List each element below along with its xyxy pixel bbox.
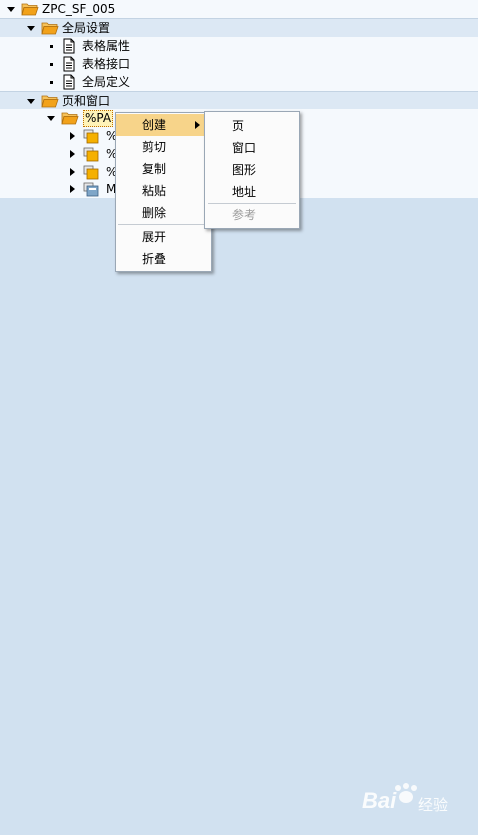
leaf-bullet [50, 81, 53, 84]
expand-icon[interactable] [67, 180, 77, 198]
folder-open-icon [21, 1, 39, 17]
menu-item-paste[interactable]: 粘贴 [116, 180, 211, 202]
leaf-bullet [50, 63, 53, 66]
collapse-icon[interactable] [26, 92, 36, 110]
tree-node-root[interactable]: ZPC_SF_005 [0, 0, 478, 18]
tree-node-label: 表格接口 [82, 57, 131, 71]
context-menu: 创建 剪切 复制 粘贴 删除 展开 折叠 [115, 112, 212, 272]
folder-open-icon [41, 93, 59, 109]
menu-item-delete[interactable]: 删除 [116, 202, 211, 224]
window-icon [82, 164, 100, 180]
tree-node-label: 页和窗口 [62, 94, 111, 108]
menu-item-cut[interactable]: 剪切 [116, 136, 211, 158]
graphic-icon [82, 181, 100, 197]
menu-item-create[interactable]: 创建 [116, 114, 211, 136]
collapse-icon[interactable] [46, 109, 56, 127]
submenu-item-address[interactable]: 地址 [205, 181, 299, 203]
submenu-item-graphic[interactable]: 图形 [205, 159, 299, 181]
tree-node-global-definitions[interactable]: 全局定义 [0, 73, 478, 91]
menu-item-label: 窗口 [232, 141, 257, 155]
submenu-item-reference: 参考 [205, 204, 299, 226]
menu-item-label: 地址 [232, 185, 257, 199]
collapse-icon[interactable] [26, 19, 36, 37]
document-icon [60, 74, 78, 90]
menu-item-collapse[interactable]: 折叠 [116, 248, 211, 270]
expand-icon[interactable] [67, 127, 77, 145]
folder-open-icon [41, 20, 59, 36]
tree-node-form-attributes[interactable]: 表格属性 [0, 37, 478, 55]
watermark-text: Bai [362, 788, 397, 813]
submenu-item-page[interactable]: 页 [205, 115, 299, 137]
tree-node-label: 全局定义 [82, 75, 131, 89]
tree-node-label: %PA [83, 110, 114, 127]
window-icon [82, 128, 100, 144]
folder-open-icon [61, 110, 79, 126]
document-icon [60, 38, 78, 54]
menu-item-label: 粘贴 [142, 184, 167, 198]
create-submenu: 页 窗口 图形 地址 参考 [204, 111, 300, 229]
menu-item-label: 折叠 [142, 252, 167, 266]
menu-item-label: 创建 [142, 118, 167, 132]
watermark: Bai 经验 [362, 782, 462, 822]
submenu-arrow-icon [195, 121, 200, 129]
window-icon [82, 146, 100, 162]
menu-item-label: 页 [232, 119, 245, 133]
expand-icon[interactable] [67, 163, 77, 181]
menu-item-label: 展开 [142, 230, 167, 244]
menu-item-label: 参考 [232, 208, 257, 222]
submenu-item-window[interactable]: 窗口 [205, 137, 299, 159]
menu-item-copy[interactable]: 复制 [116, 158, 211, 180]
tree-node-label: 全局设置 [62, 21, 111, 35]
menu-separator [118, 224, 209, 225]
menu-item-label: 剪切 [142, 140, 167, 154]
tree-node-pages-windows[interactable]: 页和窗口 [0, 91, 478, 111]
menu-item-label: 复制 [142, 162, 167, 176]
menu-item-label: 图形 [232, 163, 257, 177]
tree-node-label: 表格属性 [82, 39, 131, 53]
tree-node-form-interface[interactable]: 表格接口 [0, 55, 478, 73]
watermark-suffix: 经验 [418, 796, 449, 814]
leaf-bullet [50, 45, 53, 48]
expand-icon[interactable] [67, 145, 77, 163]
menu-item-label: 删除 [142, 206, 167, 220]
tree-node-label: ZPC_SF_005 [42, 2, 116, 16]
tree-node-global-settings[interactable]: 全局设置 [0, 18, 478, 38]
document-icon [60, 56, 78, 72]
collapse-icon[interactable] [6, 0, 16, 18]
menu-item-expand[interactable]: 展开 [116, 226, 211, 248]
